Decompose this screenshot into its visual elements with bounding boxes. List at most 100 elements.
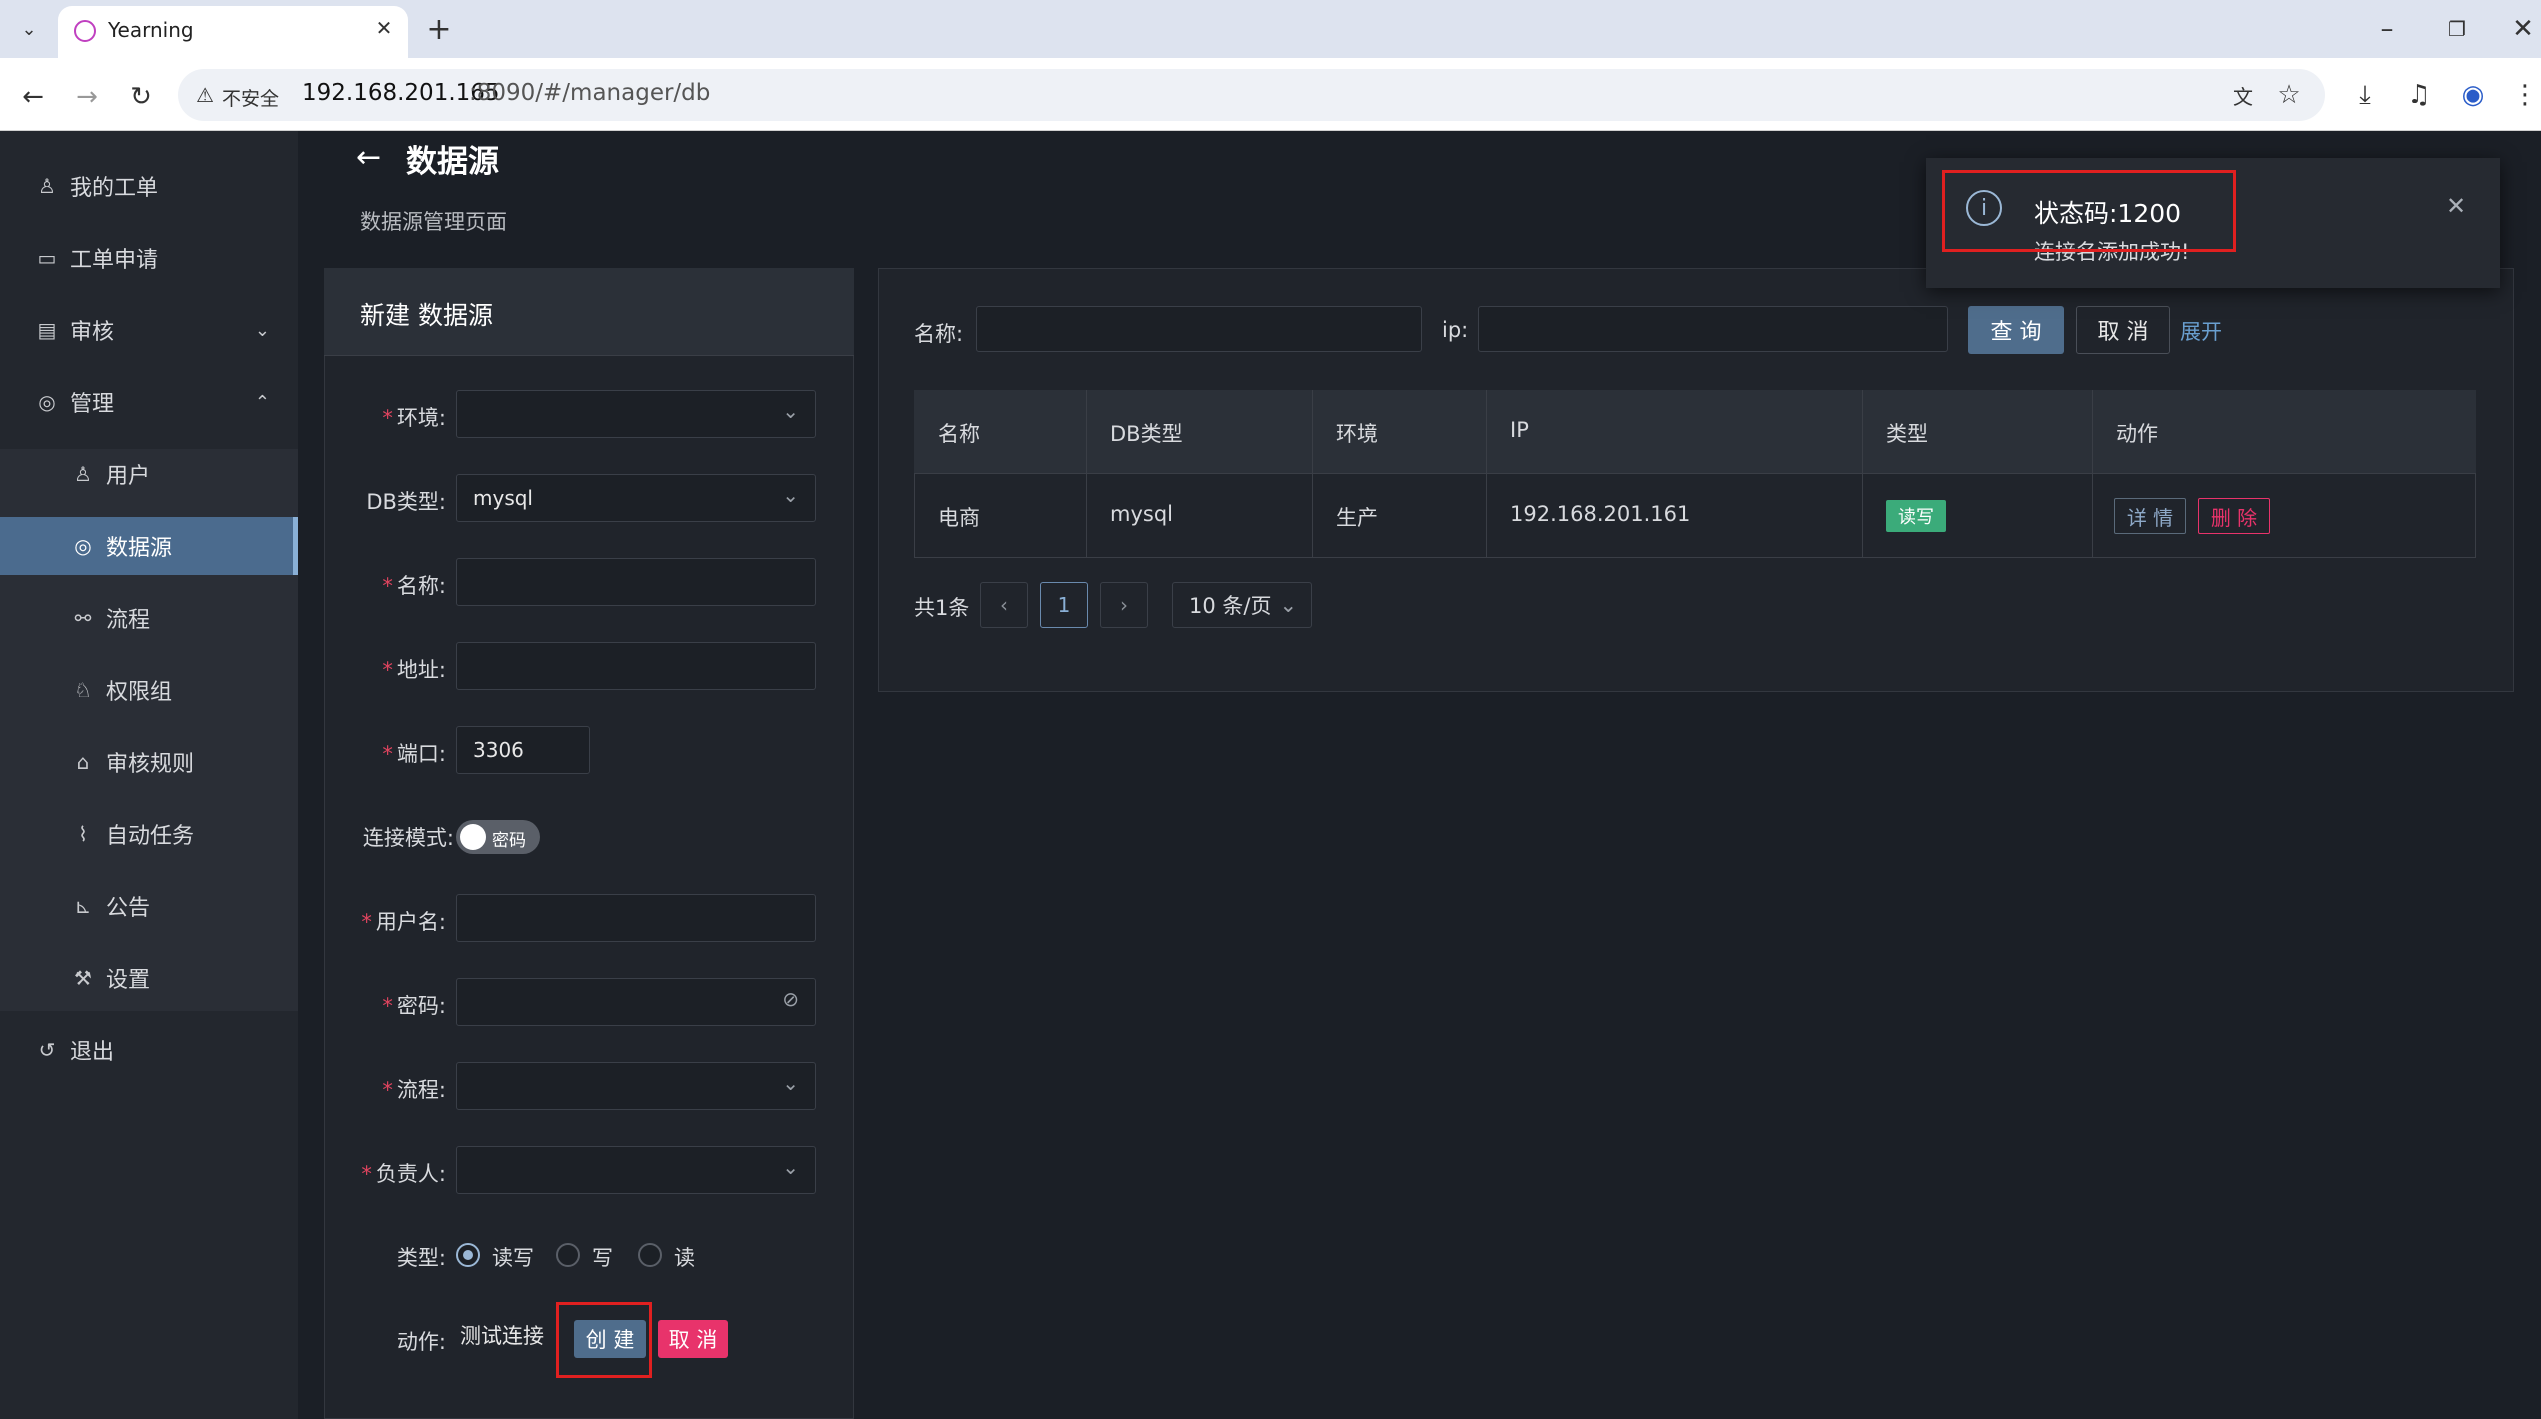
detail-button[interactable]: 详 情 xyxy=(2114,498,2186,534)
col-divider xyxy=(2092,390,2093,558)
next-page-button[interactable]: › xyxy=(1100,582,1148,628)
monitor-icon: ▭ xyxy=(37,246,57,270)
sidebar-item-apply[interactable]: ▭ 工单申请 xyxy=(0,229,298,287)
action-label: 动作: xyxy=(396,1330,446,1354)
col-divider xyxy=(1086,390,1087,558)
download-icon[interactable]: ⤓ xyxy=(2350,80,2380,110)
radio-write-label: 写 xyxy=(592,1246,613,1270)
sidebar-item-audit-rules[interactable]: ⌂ 审核规则 xyxy=(0,733,298,791)
user-icon: ♙ xyxy=(74,462,92,486)
url-rest: :8090/#/manager/db xyxy=(469,80,711,106)
dbtype-select[interactable]: mysql ⌄ xyxy=(456,474,816,522)
owner-label: * 负责人: xyxy=(361,1162,446,1186)
flow-label: * 流程: xyxy=(382,1078,446,1102)
sidebar-item-my-orders[interactable]: ♙ 我的工单 xyxy=(0,157,298,215)
highlight-box xyxy=(556,1302,652,1378)
chevron-right-icon: › xyxy=(1120,593,1128,617)
new-tab-button[interactable]: + xyxy=(422,12,456,47)
type-label: 类型: xyxy=(396,1246,446,1270)
toggle-knob xyxy=(460,824,486,850)
sidebar-item-settings[interactable]: ⚒ 设置 xyxy=(0,949,298,1007)
pwd-label: * 密码: xyxy=(382,994,446,1018)
sidebar-item-flow[interactable]: ⚯ 流程 xyxy=(0,589,298,647)
query-button[interactable]: 查 询 xyxy=(1968,306,2064,354)
port-label: * 端口: xyxy=(382,742,446,766)
translate-icon[interactable]: 文 xyxy=(2228,80,2258,110)
datasource-icon: ◎ xyxy=(74,534,92,558)
col-header-env: 环境 xyxy=(1336,422,1378,446)
reload-icon[interactable]: ↻ xyxy=(124,80,158,114)
page-1-button[interactable]: 1 xyxy=(1040,582,1088,628)
tab-title: Yearning xyxy=(108,18,194,42)
user-label: * 用户名: xyxy=(361,910,446,934)
tab-close-icon[interactable]: ✕ xyxy=(372,16,396,40)
minimize-icon[interactable]: – xyxy=(2372,14,2402,44)
highlight-box xyxy=(1942,170,2236,252)
group-icon: ♘ xyxy=(74,678,92,702)
radio-read[interactable] xyxy=(638,1243,662,1267)
sidebar-item-notice[interactable]: ⊾ 公告 xyxy=(0,877,298,935)
warning-icon: ⚠ xyxy=(196,83,214,107)
name-input[interactable] xyxy=(456,558,816,606)
flow-select[interactable]: ⌄ xyxy=(456,1062,816,1110)
page-title: 数据源 xyxy=(406,144,499,180)
flow-icon: ⚯ xyxy=(74,606,92,630)
cancel-button[interactable]: 取 消 xyxy=(658,1320,728,1358)
col-header-action: 动作 xyxy=(2116,422,2158,446)
back-icon[interactable]: ← xyxy=(16,80,50,114)
restore-icon[interactable]: ❐ xyxy=(2442,14,2472,44)
addr-label: * 地址: xyxy=(382,658,446,682)
eye-off-icon[interactable]: ⊘ xyxy=(782,987,799,1011)
sidebar-item-audit[interactable]: ▤ 审核 ⌄ xyxy=(0,301,298,359)
user-icon: ♙ xyxy=(38,174,56,198)
forward-icon[interactable]: → xyxy=(70,80,104,114)
toast-close-icon[interactable]: ✕ xyxy=(2446,192,2466,220)
cell-env: 生产 xyxy=(1336,506,1378,530)
window-close-icon[interactable]: ✕ xyxy=(2508,14,2538,44)
profile-icon[interactable]: ◉ xyxy=(2458,80,2488,110)
document-icon: ▤ xyxy=(37,318,57,342)
radio-write[interactable] xyxy=(556,1243,580,1267)
username-input[interactable] xyxy=(456,894,816,942)
owner-select[interactable]: ⌄ xyxy=(456,1146,816,1194)
reset-button[interactable]: 取 消 xyxy=(2076,306,2170,354)
cell-ip: 192.168.201.161 xyxy=(1510,502,1691,526)
prev-page-button[interactable]: ‹ xyxy=(980,582,1028,628)
search-name-input[interactable] xyxy=(976,306,1422,352)
addr-input[interactable] xyxy=(456,642,816,690)
cell-dbtype: mysql xyxy=(1110,502,1173,526)
search-name-label: 名称: xyxy=(914,322,964,346)
bookmark-star-icon[interactable]: ☆ xyxy=(2274,80,2304,110)
back-arrow-icon[interactable]: ← xyxy=(356,140,381,175)
env-select[interactable]: ⌄ xyxy=(456,390,816,438)
sidebar-item-perm-group[interactable]: ♘ 权限组 xyxy=(0,661,298,719)
chevron-left-icon: ‹ xyxy=(1000,593,1008,617)
page-size-select[interactable]: 10 条/页 ⌄ xyxy=(1172,582,1312,628)
password-input[interactable]: ⊘ xyxy=(456,978,816,1026)
page-subtitle: 数据源管理页面 xyxy=(360,210,507,234)
mode-label: 连接模式: xyxy=(362,826,454,850)
port-input[interactable]: 3306 xyxy=(456,726,590,774)
tab-list-icon[interactable]: ⌄ xyxy=(14,14,44,44)
yearning-favicon-icon xyxy=(74,20,96,42)
search-ip-input[interactable] xyxy=(1478,306,1948,352)
expand-link[interactable]: 展开 xyxy=(2180,316,2222,346)
sidebar-item-manage[interactable]: ◎ 管理 ⌃ xyxy=(0,373,298,431)
menu-dots-icon[interactable]: ⋮ xyxy=(2510,80,2540,110)
media-icon[interactable]: ♫ xyxy=(2404,80,2434,110)
sidebar-item-datasource[interactable]: ◎ 数据源 xyxy=(0,517,298,575)
col-header-dbtype: DB类型 xyxy=(1110,422,1183,446)
eye-icon: ◎ xyxy=(38,390,56,414)
sidebar-item-auto-task[interactable]: ⌇ 自动任务 xyxy=(0,805,298,863)
sidebar-item-users[interactable]: ♙ 用户 xyxy=(0,445,298,503)
logout-icon: ↺ xyxy=(38,1038,56,1062)
delete-button[interactable]: 删 除 xyxy=(2198,498,2270,534)
col-header-name: 名称 xyxy=(938,422,980,446)
test-connection-button[interactable]: 测试连接 xyxy=(460,1320,544,1350)
dbtype-label: DB类型: xyxy=(366,490,446,514)
col-divider xyxy=(1312,390,1313,558)
insecure-label: 不安全 xyxy=(222,88,280,110)
radio-readwrite[interactable] xyxy=(456,1243,480,1267)
sidebar-item-logout[interactable]: ↺ 退出 xyxy=(0,1021,298,1079)
wrench-icon: ⚒ xyxy=(74,966,92,990)
